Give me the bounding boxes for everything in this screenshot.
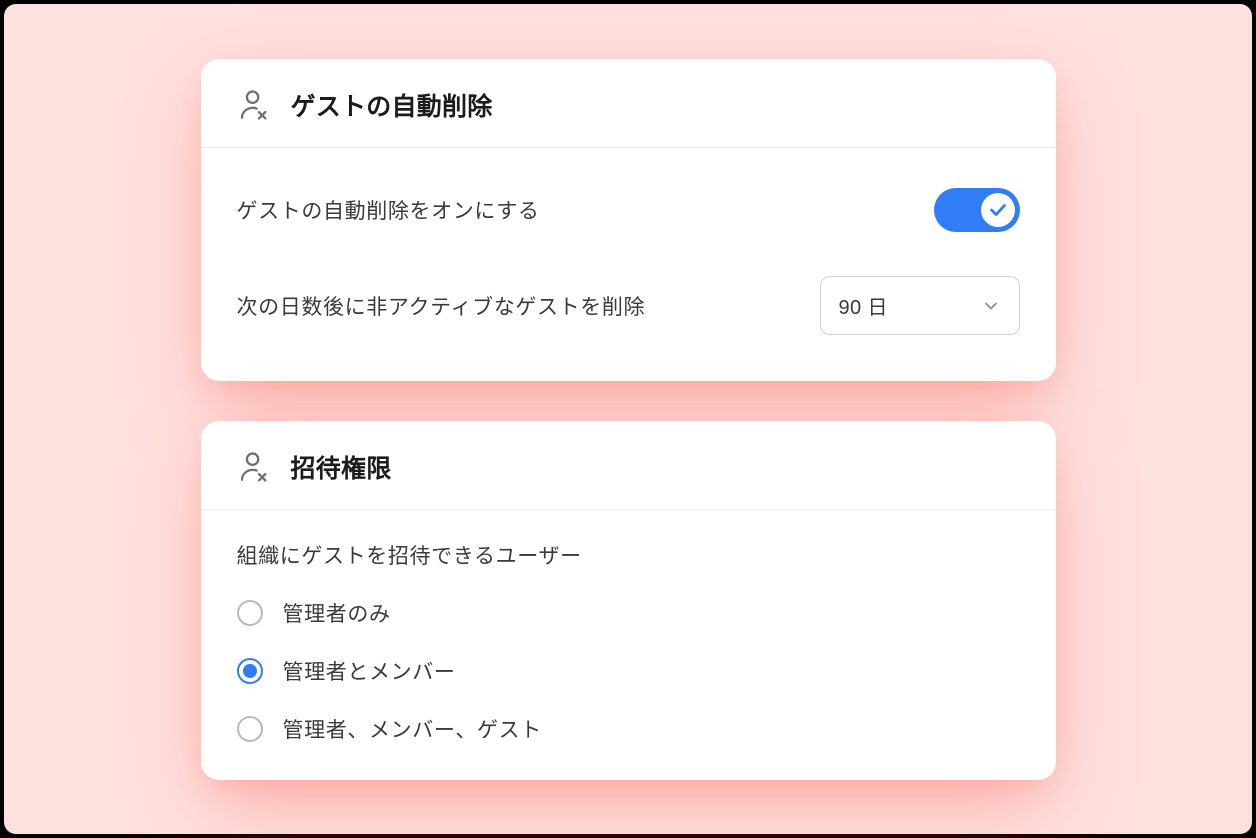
radio-label: 管理者のみ xyxy=(283,598,391,628)
auto-delete-toggle-row: ゲストの自動削除をオンにする xyxy=(237,178,1020,242)
auto-delete-days-row: 次の日数後に非アクティブなゲストを削除 90 日 xyxy=(237,266,1020,345)
invite-permissions-header: 招待権限 xyxy=(201,421,1056,510)
user-x-icon xyxy=(237,88,271,122)
radio-label: 管理者、メンバー、ゲスト xyxy=(283,714,542,744)
auto-delete-toggle-label: ゲストの自動削除をオンにする xyxy=(237,195,540,225)
user-x-icon xyxy=(237,450,271,484)
invite-permissions-card: 招待権限 組織にゲストを招待できるユーザー 管理者のみ 管理者とメンバー 管理者… xyxy=(201,421,1056,780)
invite-permissions-title: 招待権限 xyxy=(291,449,392,485)
radio-indicator xyxy=(237,600,263,626)
invite-permissions-prompt: 組織にゲストを招待できるユーザー xyxy=(237,540,1020,570)
auto-delete-title: ゲストの自動削除 xyxy=(291,87,493,123)
radio-dot xyxy=(243,664,257,678)
auto-delete-header: ゲストの自動削除 xyxy=(201,59,1056,148)
invite-permissions-body: 組織にゲストを招待できるユーザー 管理者のみ 管理者とメンバー 管理者、メンバー… xyxy=(201,510,1056,780)
radio-option-admins-members[interactable]: 管理者とメンバー xyxy=(237,656,1020,686)
check-icon xyxy=(987,199,1009,221)
radio-label: 管理者とメンバー xyxy=(283,656,456,686)
toggle-knob xyxy=(981,193,1015,227)
auto-delete-days-label: 次の日数後に非アクティブなゲストを削除 xyxy=(237,291,646,321)
auto-delete-card: ゲストの自動削除 ゲストの自動削除をオンにする 次の日数後に非アクティブなゲスト… xyxy=(201,59,1056,381)
chevron-down-icon xyxy=(981,296,1001,316)
days-select[interactable]: 90 日 xyxy=(820,276,1020,335)
auto-delete-body: ゲストの自動削除をオンにする 次の日数後に非アクティブなゲストを削除 90 日 xyxy=(201,148,1056,381)
auto-delete-toggle[interactable] xyxy=(934,188,1020,232)
radio-indicator xyxy=(237,716,263,742)
radio-indicator xyxy=(237,658,263,684)
invite-radio-list: 管理者のみ 管理者とメンバー 管理者、メンバー、ゲスト xyxy=(237,598,1020,744)
days-select-value: 90 日 xyxy=(839,291,888,320)
radio-option-admins-members-guests[interactable]: 管理者、メンバー、ゲスト xyxy=(237,714,1020,744)
page-backdrop: ゲストの自動削除 ゲストの自動削除をオンにする 次の日数後に非アクティブなゲスト… xyxy=(4,4,1252,834)
radio-option-admins-only[interactable]: 管理者のみ xyxy=(237,598,1020,628)
